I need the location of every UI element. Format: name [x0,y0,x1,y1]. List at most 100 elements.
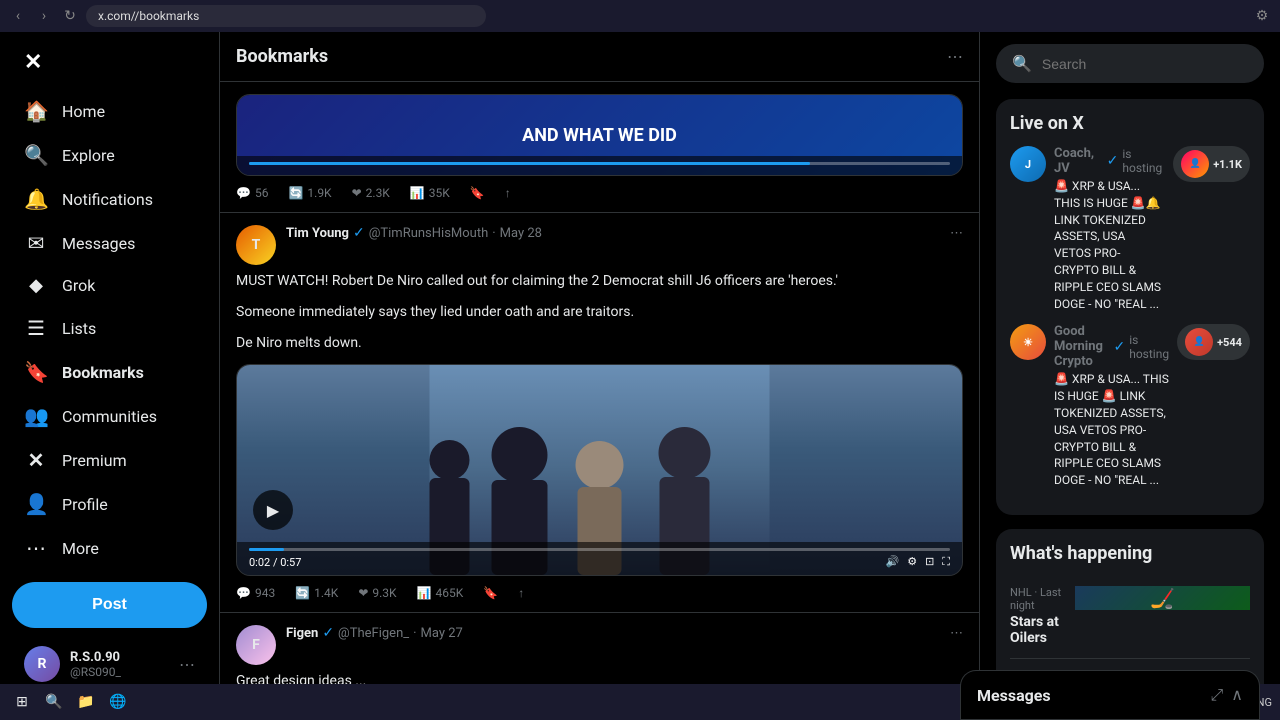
views-count: 465K [436,586,464,600]
tweet-video: ▶ 0:02 / 0:57 🔊 ⚙ ⊡ ⛶ [236,364,963,576]
sidebar-item-notifications[interactable]: 🔔 Notifications [12,177,207,221]
live-item-1[interactable]: J Coach, JV ✓ is hosting 🚨 XRP & USA... … [1010,146,1250,312]
taskbar-browser[interactable]: 🌐 [104,688,132,716]
app-container: ✕ 🏠 Home 🔍 Explore 🔔 Notifications ✉ Mes… [0,32,1280,684]
more-icon: ⋯ [24,536,48,560]
explore-icon: 🔍 [24,143,48,167]
live-section: Live on X J Coach, JV ✓ is hosting 🚨 XRP… [996,99,1264,515]
live-host-line-1: Coach, JV ✓ is hosting [1054,146,1165,176]
live-item-2[interactable]: ☀ Good Morning Crypto ✓ is hosting 🚨 XRP… [1010,324,1250,489]
avatar: R [24,646,60,682]
settings-icon[interactable]: ⚙ [907,555,917,569]
user-handle: @RS090_ [70,665,169,679]
browser-bar: ‹ › ↻ x.com//bookmarks ⚙ [0,0,1280,32]
retweet-button[interactable]: 🔄 1.4K [295,586,338,600]
browser-settings[interactable]: ⚙ [1252,6,1272,26]
is-hosting-label-2: is hosting [1129,333,1169,361]
sidebar-item-label: Explore [62,146,115,165]
tweet-more-icon[interactable]: ⋯ [950,226,963,241]
live-title-2: 🚨 XRP & USA... THIS IS HUGE 🚨 LINK TOKEN… [1054,371,1169,489]
retweet-button[interactable]: 🔄 1.9K [288,186,331,200]
sidebar-item-grok[interactable]: ◆ Grok [12,265,207,306]
messages-icon: ✉ [24,231,48,255]
main-feed: Bookmarks ⋯ AND WHAT WE DID 💬 56 🔄 1.9K … [220,32,980,684]
x-logo[interactable]: ✕ [12,40,207,85]
like-count: 9.3K [372,586,396,600]
sidebar-item-more[interactable]: ⋯ More [12,526,207,570]
verified-badge: ✓ [322,625,334,641]
post-button[interactable]: Post [12,582,207,628]
search-box[interactable]: 🔍 [996,44,1264,83]
sidebar-item-label: Bookmarks [62,363,144,382]
tweet-text: MUST WATCH! Robert De Niro called out fo… [236,271,963,292]
live-host-name-1: Coach, JV [1054,146,1103,176]
sidebar-item-label: Messages [62,234,135,253]
sidebar-item-communities[interactable]: 👥 Communities [12,394,207,438]
tweet-handle: @TheFigen_ [338,626,409,641]
reply-button[interactable]: 💬 943 [236,586,275,600]
trending-item-1[interactable]: NHL · Last night Stars at Oilers 🏒 [1010,576,1250,659]
taskbar-search[interactable]: 🔍 [40,688,68,716]
live-host-name-2: Good Morning Crypto [1054,324,1109,369]
sidebar-item-label: Grok [62,276,95,295]
tweet-meta: Tim Young ✓ @TimRunsHisMouth · May 28 ⋯ [286,225,963,265]
reply-button[interactable]: 💬 56 [236,186,268,200]
views-button[interactable]: 📊 465K [417,586,464,600]
retweet-count: 1.9K [307,186,331,200]
video-time: 0:02 / 0:57 [249,556,301,569]
fullscreen-icon[interactable]: ⛶ [942,555,950,569]
tweet-media-top: AND WHAT WE DID [236,94,963,176]
sidebar-item-home[interactable]: 🏠 Home [12,89,207,133]
tweet-text: Great design ideas ... [236,671,963,684]
tweet-header: T Tim Young ✓ @TimRunsHisMouth · May 28 … [236,225,963,265]
feed-more-icon[interactable]: ⋯ [947,47,963,66]
live-avatar-2: ☀ [1010,324,1046,360]
sidebar-item-explore[interactable]: 🔍 Explore [12,133,207,177]
bookmark-button[interactable]: 🔖 [470,186,485,200]
share-button[interactable]: ↑ [505,186,511,200]
notifications-icon: 🔔 [24,187,48,211]
url-bar[interactable]: x.com//bookmarks [86,5,486,27]
user-profile-button[interactable]: R R.S.0.90 @RS090_ ⋯ [12,636,207,684]
verified-badge: ✓ [1107,153,1119,169]
tweet-avatar: F [236,625,276,665]
tweet-text-2: Someone immediately says they lied under… [236,302,963,323]
reply-count: 943 [255,586,275,600]
search-input[interactable] [1042,56,1248,72]
video-controls: 0:02 / 0:57 🔊 ⚙ ⊡ ⛶ [237,542,962,575]
user-more-icon: ⋯ [179,655,195,674]
browser-refresh[interactable]: ↻ [60,6,80,26]
sidebar-item-bookmarks[interactable]: 🔖 Bookmarks [12,350,207,394]
sidebar: ✕ 🏠 Home 🔍 Explore 🔔 Notifications ✉ Mes… [0,32,220,684]
browser-back[interactable]: ‹ [8,6,28,26]
search-icon: 🔍 [1012,54,1032,73]
messages-expand-icon[interactable]: ⤢ [1210,685,1223,705]
pip-icon[interactable]: ⊡ [925,555,934,569]
bookmark-button[interactable]: 🔖 [483,586,498,600]
tweet-author-line: Tim Young ✓ @TimRunsHisMouth · May 28 ⋯ [286,225,963,241]
views-button[interactable]: 📊 35K [410,186,450,200]
like-button[interactable]: ❤ 9.3K [358,586,396,600]
share-button[interactable]: ↑ [518,586,524,600]
live-host-line-2: Good Morning Crypto ✓ is hosting [1054,324,1169,369]
messages-widget: Messages ⤢ ∧ [960,670,1260,720]
messages-collapse-icon[interactable]: ∧ [1231,685,1243,705]
trending-thumbnail-1: 🏒 [1075,586,1250,610]
like-button[interactable]: ❤ 2.3K [352,186,390,200]
bookmarks-icon: 🔖 [24,360,48,384]
play-button[interactable]: ▶ [253,490,293,530]
sidebar-item-profile[interactable]: 👤 Profile [12,482,207,526]
sidebar-item-messages[interactable]: ✉ Messages [12,221,207,265]
grok-icon: ◆ [24,275,48,296]
browser-forward[interactable]: › [34,6,54,26]
volume-icon[interactable]: 🔊 [886,555,900,569]
retweet-count: 1.4K [314,586,338,600]
tweet-more-icon[interactable]: ⋯ [950,626,963,641]
sidebar-item-lists[interactable]: ☰ Lists [12,306,207,350]
verified-badge-2: ✓ [1113,339,1125,355]
sidebar-item-premium[interactable]: ✕ Premium [12,438,207,482]
communities-icon: 👥 [24,404,48,428]
tweet-avatar: T [236,225,276,265]
taskbar-files[interactable]: 📁 [72,688,100,716]
taskbar-start[interactable]: ⊞ [8,688,36,716]
